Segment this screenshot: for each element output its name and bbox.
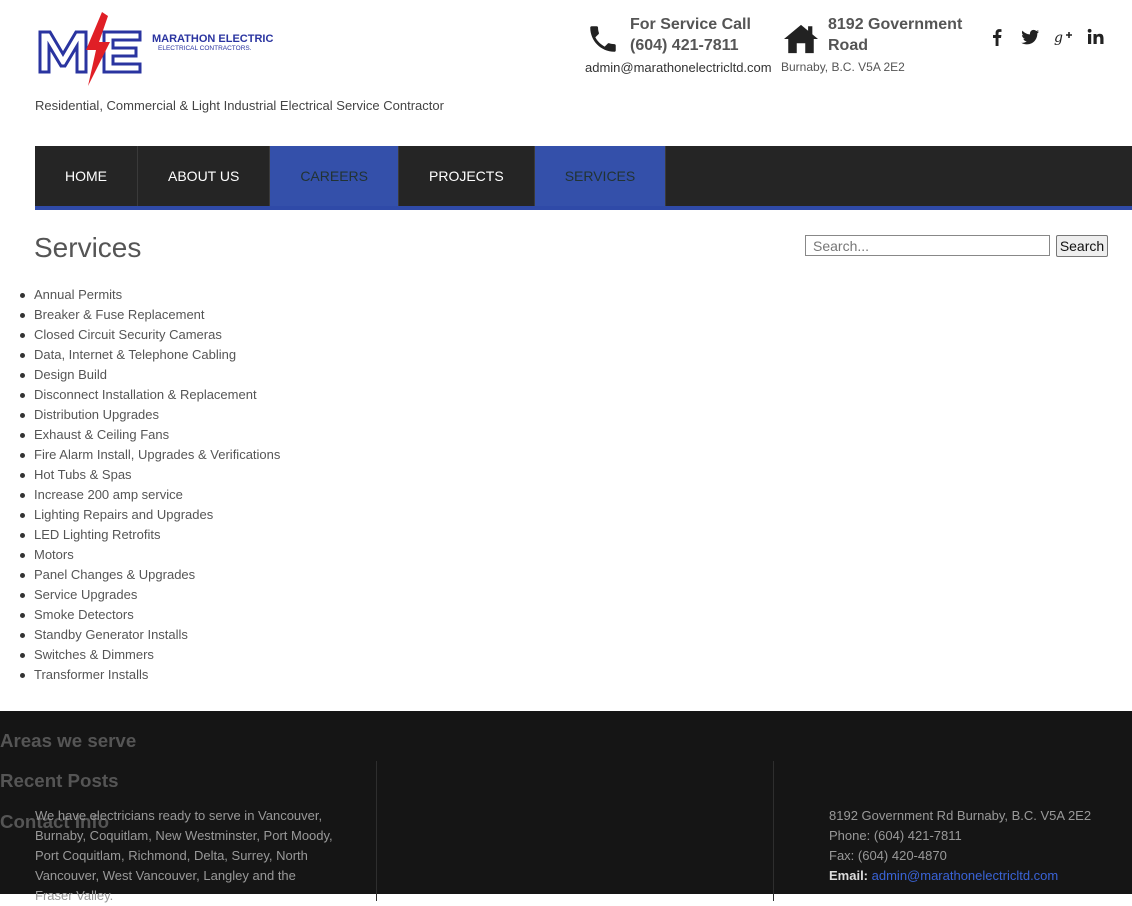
search-button[interactable]: Search [1056,235,1108,257]
contact-fax: Fax: (604) 420-4870 [829,848,947,863]
list-item: Standby Generator Installs [19,625,280,645]
header-email[interactable]: admin@marathonelectricltd.com [585,60,772,75]
service-phone-number[interactable]: (604) 421-7811 [630,37,739,55]
contact-phone: Phone: (604) 421-7811 [829,828,962,843]
nav-services[interactable]: SERVICES [534,146,667,206]
list-item: Fire Alarm Install, Upgrades & Verificat… [19,445,280,465]
list-item: Service Upgrades [19,585,280,605]
tagline: Residential, Commercial & Light Industri… [35,98,444,113]
nav-about-us[interactable]: ABOUT US [138,146,271,206]
list-item: Design Build [19,365,280,385]
phone-icon [590,26,616,52]
contact-email-label: Email: [829,868,869,883]
list-item: Switches & Dimmers [19,645,280,665]
footer-contact-info: 8192 Government Rd Burnaby, B.C. V5A 2E2… [829,806,1091,886]
main-nav: HOME ABOUT US CAREERS PROJECTS SERVICES [35,146,1132,206]
footer-divider [773,761,774,901]
home-icon [784,24,818,54]
footer: Areas we serve We have electricians read… [0,711,1132,903]
google-plus-icon[interactable]: g [1046,27,1079,49]
list-item: LED Lighting Retrofits [19,525,280,545]
contact-email-link[interactable]: admin@marathonelectricltd.com [872,868,1059,883]
nav-projects[interactable]: PROJECTS [399,146,535,206]
list-item: Annual Permits [19,285,280,305]
facebook-icon[interactable] [980,27,1013,49]
logo-name: MARATHON ELECTRIC LTD. [152,33,276,45]
list-item: Disconnect Installation & Replacement [19,385,280,405]
footer-areas-title: Areas we serve [0,729,137,751]
list-item: Increase 200 amp service [19,485,280,505]
footer-areas-text: We have electricians ready to serve in V… [35,808,333,903]
linkedin-icon[interactable] [1079,27,1112,49]
nav-accent-bar [35,206,1132,210]
page-title: Services [34,232,142,263]
list-item: Motors [19,545,280,565]
svg-text:g: g [1054,30,1063,46]
nav-home[interactable]: HOME [35,146,138,206]
twitter-icon[interactable] [1013,27,1046,49]
list-item: Distribution Upgrades [19,405,280,425]
contact-email-row: Email: admin@marathonelectricltd.com [829,866,1091,886]
list-item: Smoke Detectors [19,605,280,625]
nav-careers[interactable]: CAREERS [270,146,399,206]
logo-sub: ELECTRICAL CONTRACTORS. [158,45,252,52]
list-item: Panel Changes & Upgrades [19,565,280,585]
list-item: Hot Tubs & Spas [19,465,280,485]
services-list: Annual Permits Breaker & Fuse Replacemen… [19,285,280,685]
footer-divider [376,761,377,901]
service-call-title: For Service Call [630,16,751,33]
footer-posts-title: Recent Posts [0,770,119,792]
list-item: Transformer Installs [19,665,280,685]
company-logo[interactable]: MARATHON ELECTRIC LTD. ELECTRICAL CONTRA… [36,10,276,90]
address-city: Burnaby, B.C. V5A 2E2 [781,60,905,74]
address-line2: Road [828,37,868,54]
contact-address: 8192 Government Rd Burnaby, B.C. V5A 2E2 [829,808,1092,823]
social-links: g [980,27,1112,49]
list-item: Exhaust & Ceiling Fans [19,425,280,445]
list-item: Closed Circuit Security Cameras [19,325,280,345]
list-item: Breaker & Fuse Replacement [19,305,280,325]
search-input[interactable] [805,235,1050,256]
address-line1: 8192 Government [828,16,963,33]
list-item: Data, Internet & Telephone Cabling [19,345,280,365]
list-item: Lighting Repairs and Upgrades [19,505,280,525]
